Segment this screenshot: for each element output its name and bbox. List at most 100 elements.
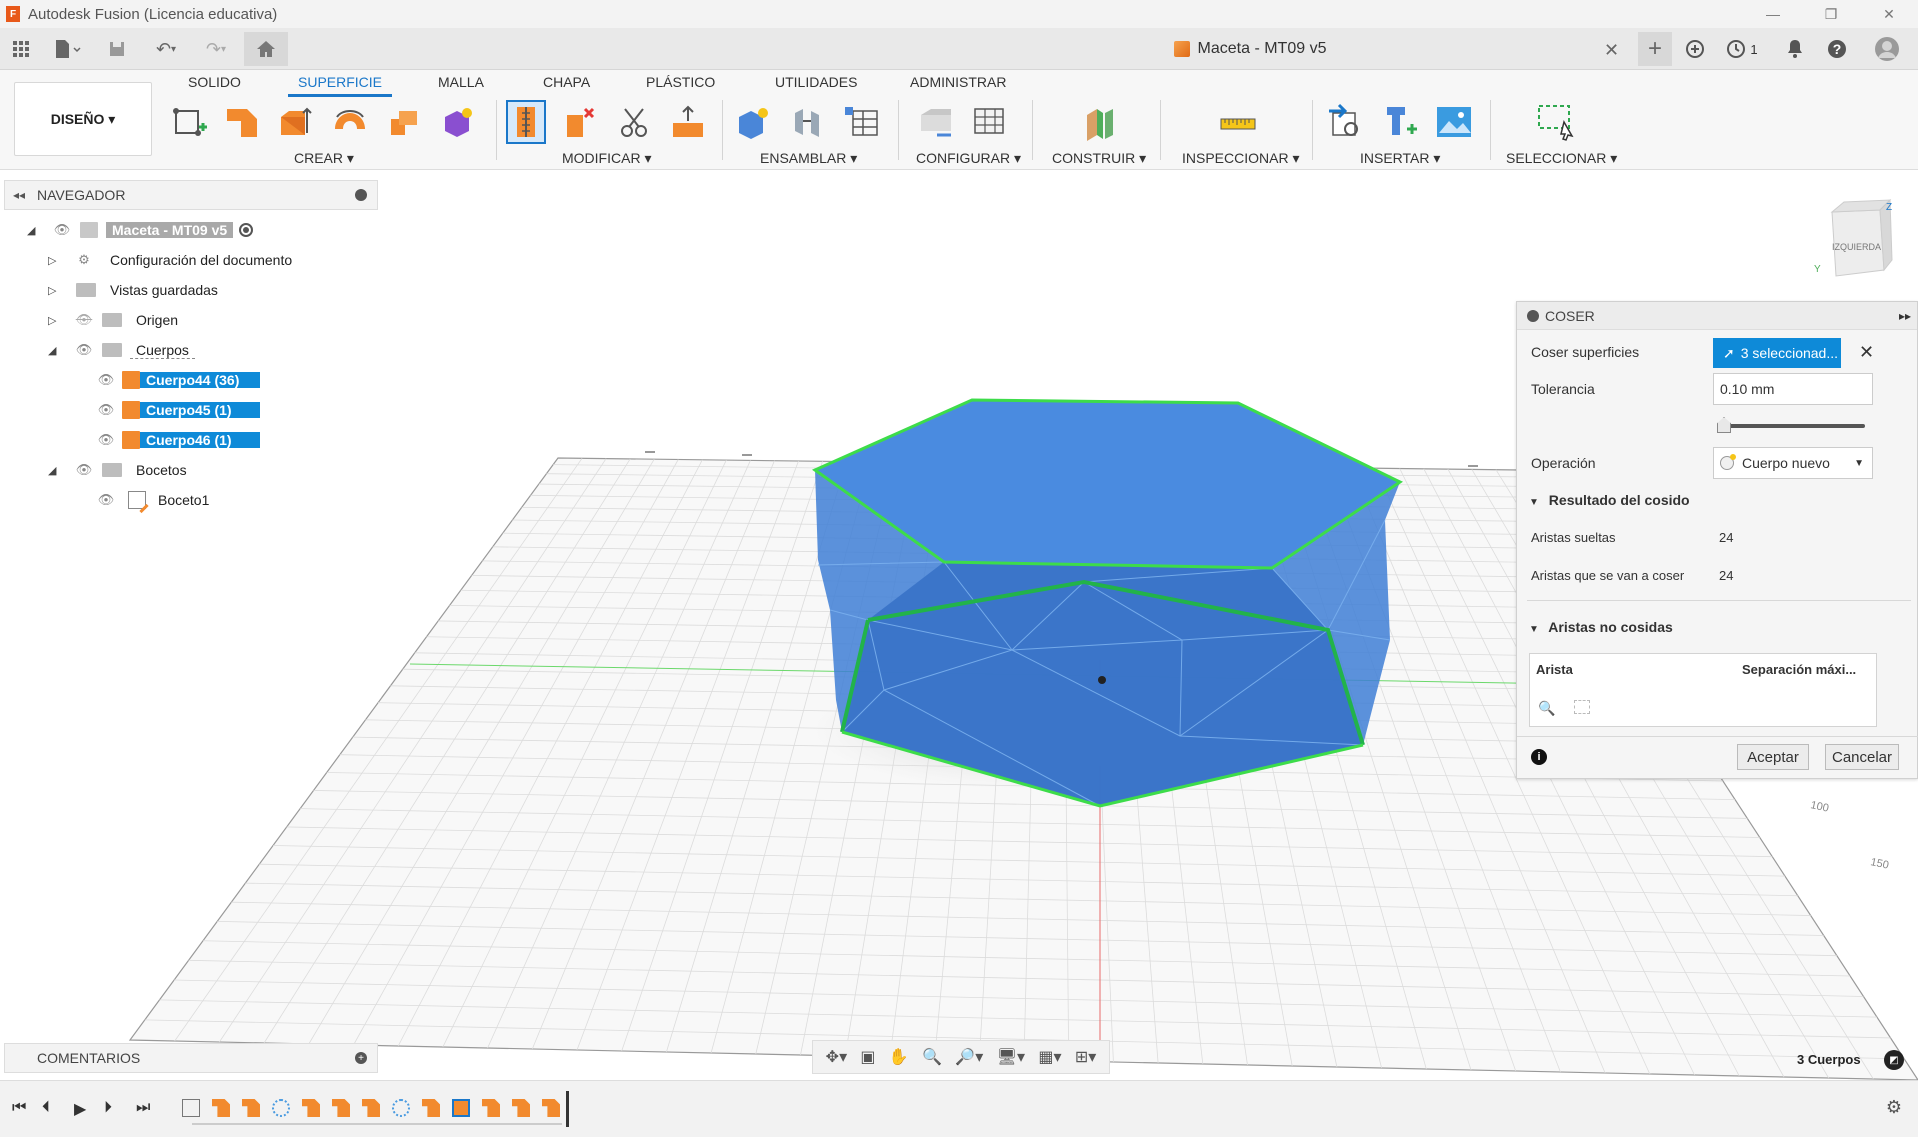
group-configurar[interactable]: CONFIGURAR ▾ bbox=[916, 150, 1021, 167]
measure-tool[interactable] bbox=[1218, 100, 1258, 144]
visibility-eye-icon[interactable]: 👁 bbox=[74, 342, 94, 357]
tab-utilidades[interactable]: UTILIDADES bbox=[775, 74, 857, 90]
cancel-button[interactable]: Cancelar bbox=[1825, 744, 1899, 770]
group-modificar[interactable]: MODIFICAR ▾ bbox=[562, 150, 651, 167]
create-sketch-tool[interactable] bbox=[170, 100, 210, 144]
timeline-marker[interactable] bbox=[566, 1091, 569, 1127]
timeline-feature-pattern-icon[interactable] bbox=[272, 1099, 290, 1117]
tree-item-boceto1[interactable]: 👁 Boceto1 bbox=[96, 488, 215, 514]
configure-tool[interactable] bbox=[916, 100, 956, 144]
restore-button[interactable]: ❐ bbox=[1802, 0, 1860, 28]
insert-canvas-tool[interactable] bbox=[1434, 100, 1474, 144]
collapse-icon[interactable]: ◢ bbox=[48, 344, 56, 357]
timeline-feature-extrude-icon[interactable] bbox=[332, 1099, 350, 1117]
tree-item-configuracion[interactable]: ⚙ Configuración del documento bbox=[74, 248, 298, 272]
stitch-tool[interactable] bbox=[506, 100, 546, 144]
timeline-feature-extrude-icon[interactable] bbox=[362, 1099, 380, 1117]
collapse-dialog-icon[interactable] bbox=[1527, 309, 1539, 322]
new-component-tool[interactable] bbox=[734, 100, 774, 144]
tab-plastico[interactable]: PLÁSTICO bbox=[646, 74, 715, 90]
comments-panel-header[interactable]: COMENTARIOS + bbox=[4, 1043, 378, 1073]
unstitch-tool[interactable] bbox=[560, 100, 600, 144]
tab-superficie[interactable]: SUPERFICIE bbox=[288, 74, 393, 97]
insert-derive-tool[interactable] bbox=[1326, 100, 1366, 144]
timeline-settings-gear-icon[interactable]: ⚙ bbox=[1886, 1097, 1902, 1118]
app-grid-icon[interactable] bbox=[8, 36, 34, 62]
expand-dialog-icon[interactable]: ▸▸ bbox=[1899, 309, 1911, 323]
expand-icon[interactable]: ▷ bbox=[48, 314, 56, 327]
zoom-to-edge-icon[interactable]: 🔍 bbox=[1538, 700, 1555, 717]
tab-malla[interactable]: MALLA bbox=[438, 74, 484, 90]
timeline-feature-extrude-icon[interactable] bbox=[422, 1099, 440, 1117]
tree-root[interactable]: 👁 Maceta - MT09 v5 bbox=[52, 218, 254, 242]
visibility-eye-icon[interactable]: 👁 bbox=[96, 402, 116, 417]
tree-item-origen[interactable]: 👁 Origen bbox=[74, 308, 184, 332]
workspace-dropdown[interactable]: DISEÑO ▾ bbox=[14, 82, 152, 156]
tree-item-cuerpo44[interactable]: 👁 Cuerpo44 (36) bbox=[96, 368, 260, 392]
tree-item-cuerpo45[interactable]: 👁 Cuerpo45 (1) bbox=[96, 398, 260, 422]
notifications-bell-icon[interactable] bbox=[1782, 36, 1808, 62]
display-settings-icon[interactable]: 🖥▾ bbox=[997, 1047, 1025, 1067]
timeline-feature-extrude-icon[interactable] bbox=[542, 1099, 560, 1117]
file-menu-icon[interactable] bbox=[50, 36, 86, 62]
timeline-feature-sketch-icon[interactable] bbox=[182, 1099, 200, 1117]
go-to-end-icon[interactable]: ⏭ bbox=[136, 1099, 150, 1117]
tab-solido[interactable]: SOLIDO bbox=[188, 74, 241, 90]
close-window-button[interactable]: ✕ bbox=[1860, 0, 1918, 28]
go-to-start-icon[interactable]: ⏮ bbox=[12, 1099, 26, 1117]
extend-tool[interactable] bbox=[668, 100, 708, 144]
configuration-table-tool[interactable] bbox=[970, 100, 1010, 144]
minimize-button[interactable]: — bbox=[1744, 0, 1802, 28]
activate-radio-icon[interactable] bbox=[239, 223, 254, 237]
collapse-icon[interactable]: ◢ bbox=[48, 464, 56, 477]
browser-navigator-header[interactable]: ◂◂ NAVEGADOR bbox=[4, 180, 378, 210]
job-status-icon[interactable]: 1 bbox=[1722, 36, 1762, 62]
pan-icon[interactable]: ✋ bbox=[889, 1047, 909, 1067]
group-seleccionar[interactable]: SELECCIONAR ▾ bbox=[1506, 150, 1617, 167]
tree-item-vistas[interactable]: Vistas guardadas bbox=[74, 278, 224, 302]
group-construir[interactable]: CONSTRUIR ▾ bbox=[1052, 150, 1146, 167]
redo-icon[interactable]: ↷ ▾ bbox=[196, 36, 236, 62]
zoom-window-icon[interactable]: 🔎▾ bbox=[955, 1047, 983, 1067]
revolve-tool[interactable] bbox=[330, 100, 370, 144]
visibility-eye-icon[interactable]: 👁 bbox=[52, 222, 72, 237]
expand-root-icon[interactable]: ◢ bbox=[27, 224, 35, 237]
select-tool[interactable] bbox=[1536, 100, 1576, 144]
info-icon[interactable]: i bbox=[1531, 749, 1547, 765]
step-back-icon[interactable]: ⏴ bbox=[42, 1099, 50, 1117]
joint-tool[interactable] bbox=[788, 100, 828, 144]
expand-icon[interactable]: ▷ bbox=[48, 254, 56, 267]
navigator-options-icon[interactable] bbox=[355, 189, 367, 201]
surfaces-selection-button[interactable]: ➚ 3 seleccionad... bbox=[1713, 338, 1841, 368]
tolerance-input[interactable]: 0.10 mm bbox=[1713, 373, 1873, 405]
group-insertar[interactable]: INSERTAR ▾ bbox=[1360, 150, 1440, 167]
tree-item-cuerpo46[interactable]: 👁 Cuerpo46 (1) bbox=[96, 428, 260, 452]
zoom-icon[interactable]: 🔍 bbox=[922, 1047, 942, 1067]
undo-icon[interactable]: ↶ ▾ bbox=[146, 36, 186, 62]
operation-dropdown[interactable]: Cuerpo nuevo ▼ bbox=[1713, 447, 1873, 479]
timeline-feature-extrude-icon[interactable] bbox=[212, 1099, 230, 1117]
insert-mcmaster-tool[interactable] bbox=[1380, 100, 1420, 144]
visibility-eye-icon[interactable]: 👁 bbox=[96, 372, 116, 387]
help-icon[interactable]: ? bbox=[1824, 36, 1850, 62]
collapse-navigator-icon[interactable]: ◂◂ bbox=[13, 188, 25, 202]
joint-table-tool[interactable] bbox=[842, 100, 882, 144]
play-icon[interactable]: ▶ bbox=[74, 1099, 86, 1119]
tree-item-bocetos[interactable]: 👁 Bocetos bbox=[74, 458, 193, 482]
viewports-icon[interactable]: ⊞▾ bbox=[1075, 1047, 1096, 1067]
add-comment-icon[interactable]: + bbox=[355, 1052, 367, 1064]
timeline-feature-stitch-icon[interactable] bbox=[452, 1099, 470, 1117]
document-tab[interactable]: Maceta - MT09 v5 bbox=[870, 34, 1630, 64]
sweep-tool[interactable] bbox=[384, 100, 424, 144]
result-section-header[interactable]: ▼ Resultado del cosido bbox=[1529, 492, 1690, 508]
user-avatar-icon[interactable] bbox=[1874, 36, 1900, 62]
timeline-feature-extrude-icon[interactable] bbox=[482, 1099, 500, 1117]
visibility-eye-icon[interactable]: 👁 bbox=[74, 462, 94, 477]
timeline-feature-extrude-icon[interactable] bbox=[302, 1099, 320, 1117]
group-crear[interactable]: CREAR ▾ bbox=[294, 150, 354, 167]
dialog-header[interactable]: COSER ▸▸ bbox=[1517, 302, 1917, 330]
group-inspeccionar[interactable]: INSPECCIONAR ▾ bbox=[1182, 150, 1300, 167]
extrude-surface-tool[interactable] bbox=[222, 100, 262, 144]
close-tab-icon[interactable]: ✕ bbox=[1604, 40, 1619, 61]
visibility-eye-icon[interactable]: 👁 bbox=[96, 492, 116, 507]
